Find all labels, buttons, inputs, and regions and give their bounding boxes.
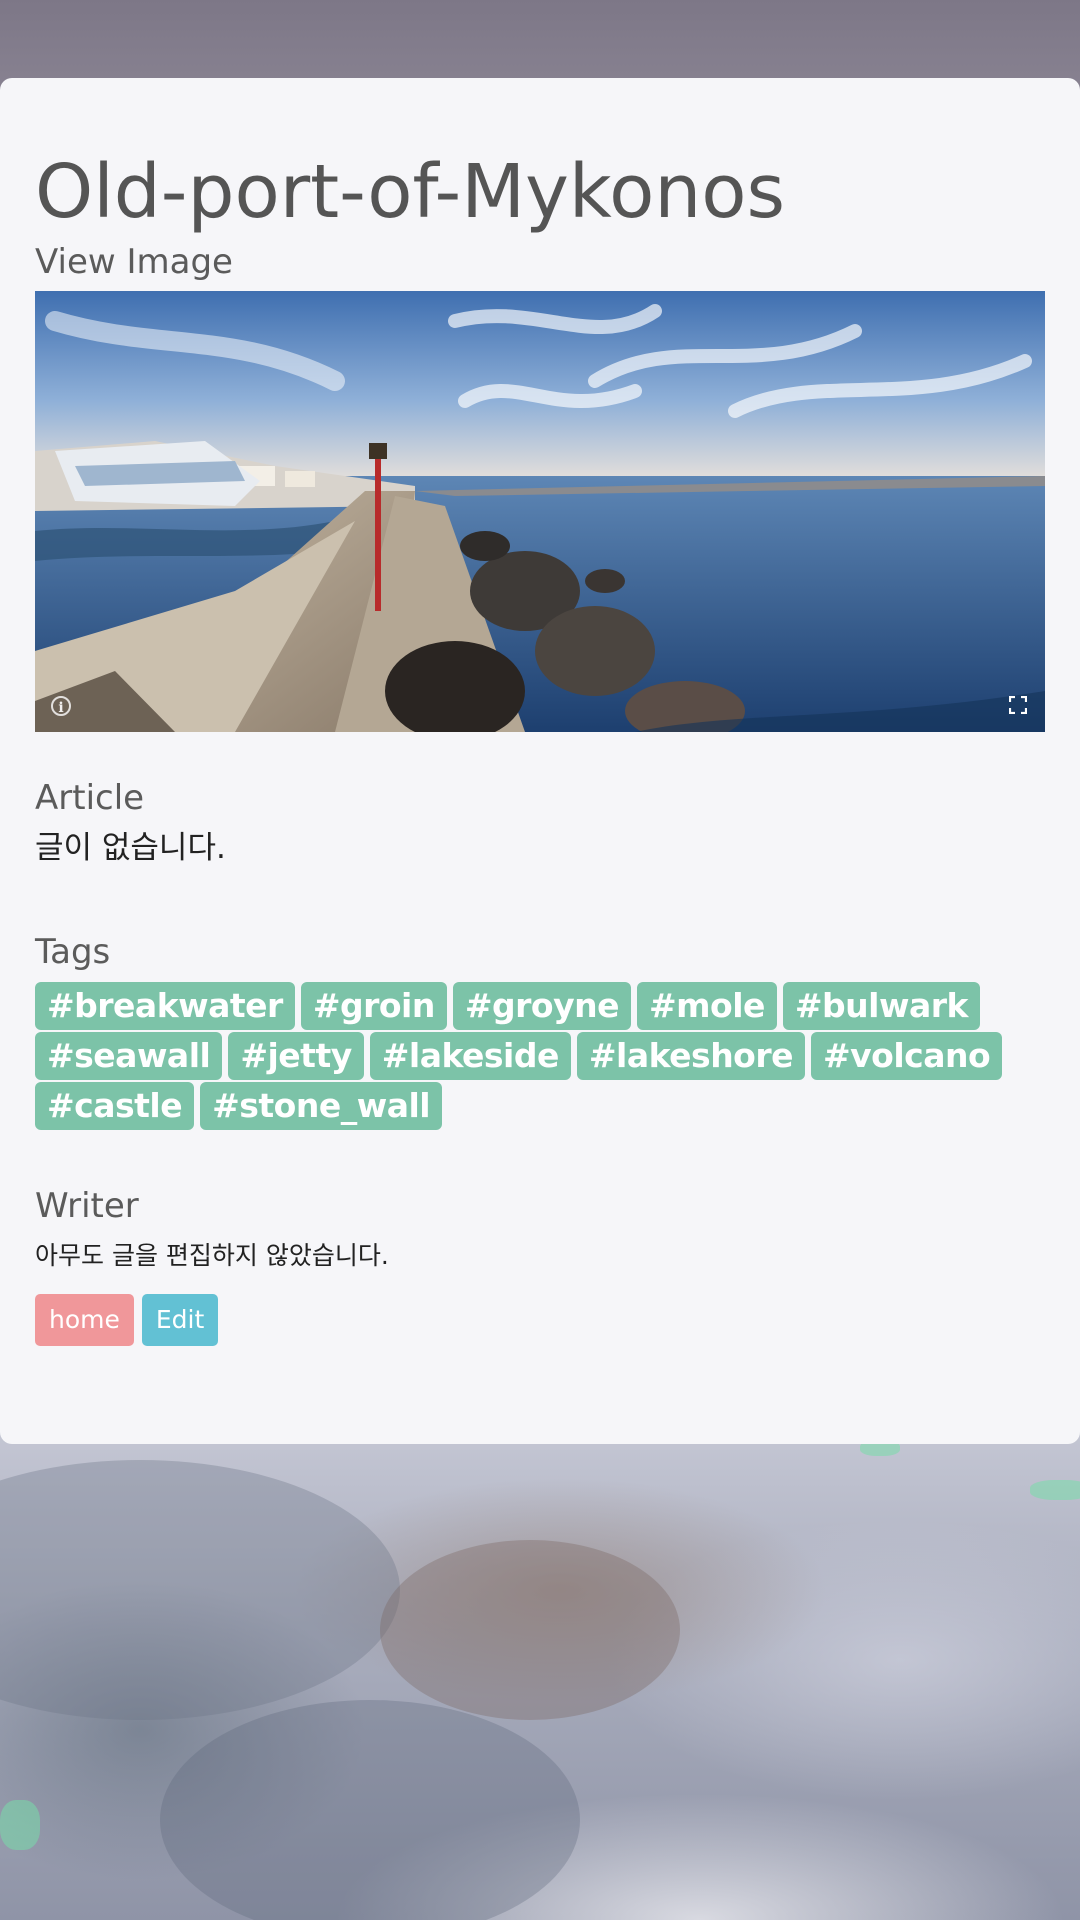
background-mountain-image — [0, 1400, 1080, 1920]
edit-button[interactable]: Edit — [141, 1294, 219, 1346]
tag-breakwater[interactable]: #breakwater — [35, 982, 295, 1030]
tag-lakeshore[interactable]: #lakeshore — [576, 1032, 806, 1080]
tag-list: #breakwater #groin #groyne #mole #bulwar… — [35, 982, 1045, 1132]
home-button[interactable]: home — [35, 1294, 134, 1346]
writer-label: Writer — [35, 1186, 139, 1226]
action-buttons: home Edit — [35, 1294, 1045, 1346]
tag-seawall[interactable]: #seawall — [35, 1032, 223, 1080]
tag-mole[interactable]: #mole — [636, 982, 777, 1030]
tag-groyne[interactable]: #groyne — [452, 982, 631, 1030]
old-port-photo — [35, 291, 1045, 732]
tag-castle[interactable]: #castle — [35, 1082, 195, 1130]
article-label: Article — [35, 778, 145, 818]
page-title: Old-port-of-Mykonos — [35, 149, 786, 235]
content-card: Old-port-of-Mykonos View Image i Article… — [0, 78, 1080, 1444]
fullscreen-icon[interactable] — [1009, 696, 1027, 714]
view-image-label: View Image — [35, 242, 233, 282]
tag-volcano[interactable]: #volcano — [811, 1032, 1003, 1080]
article-text: 글이 없습니다. — [35, 830, 226, 866]
panorama-image[interactable]: i — [35, 291, 1045, 732]
tag-stone-wall[interactable]: #stone_wall — [200, 1082, 443, 1130]
tag-bulwark[interactable]: #bulwark — [782, 982, 980, 1030]
tag-groin[interactable]: #groin — [300, 982, 447, 1030]
writer-text: 아무도 글을 편집하지 않았습니다. — [35, 1241, 389, 1270]
info-icon[interactable]: i — [51, 696, 71, 716]
tag-jetty[interactable]: #jetty — [228, 1032, 364, 1080]
tag-lakeside[interactable]: #lakeside — [369, 1032, 571, 1080]
tags-label: Tags — [35, 932, 111, 972]
